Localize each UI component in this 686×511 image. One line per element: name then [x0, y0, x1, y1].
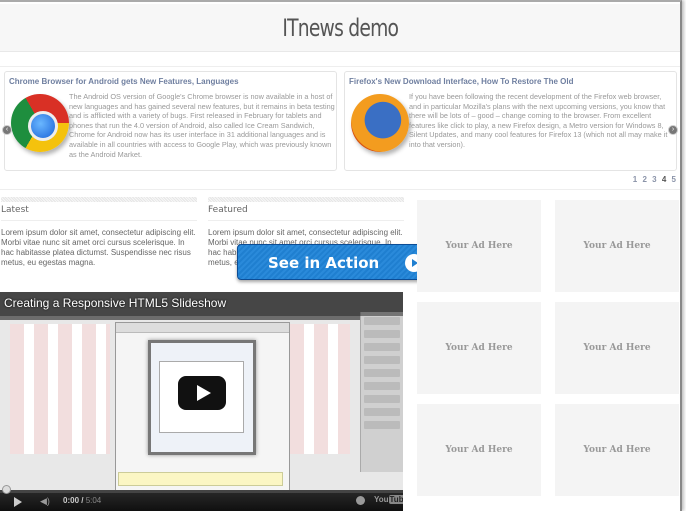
youtube-video-player[interactable]: Creating a Responsive HTML5 Slideshow ◀)… [0, 292, 403, 511]
video-title[interactable]: Creating a Responsive HTML5 Slideshow [4, 296, 226, 310]
see-in-action-button[interactable]: See in Action [237, 244, 437, 280]
firefox-logo-icon [351, 94, 409, 152]
video-title-bar: Creating a Responsive HTML5 Slideshow [0, 292, 403, 316]
volume-icon[interactable]: ◀) [40, 496, 50, 507]
latest-section: Latest Lorem ipsum dolor sit amet, conse… [1, 197, 197, 268]
video-progress-bar[interactable] [0, 485, 403, 494]
ad-slot[interactable]: Your Ad Here [417, 404, 541, 496]
page-link-2[interactable]: 2 [642, 175, 646, 184]
page-link-1[interactable]: 1 [633, 175, 637, 184]
latest-heading: Latest [1, 202, 197, 221]
time-current: 0:00 [63, 496, 80, 505]
watch-later-icon[interactable] [356, 496, 365, 505]
scrub-handle[interactable] [2, 485, 11, 494]
youtube-logo[interactable]: YouTube [374, 495, 403, 504]
ad-slot[interactable]: Your Ad Here [417, 302, 541, 394]
chrome-logo-icon [11, 94, 69, 152]
page-link-3[interactable]: 3 [652, 175, 656, 184]
page-link-4[interactable]: 4 [662, 175, 666, 184]
video-time: 0:00 / 5:04 [63, 496, 102, 505]
slider-prev-icon[interactable]: ‹ [2, 125, 12, 135]
ad-slot[interactable]: Your Ad Here [555, 302, 679, 394]
video-controls: ◀) 0:00 / 5:04 YouTube [0, 485, 403, 511]
news-slider: Chrome Browser for Android gets New Feat… [0, 66, 680, 190]
slider-pagination: 1 2 3 4 5 [631, 175, 676, 184]
play-icon[interactable] [178, 376, 226, 410]
featured-heading: Featured [208, 202, 404, 221]
slider-next-icon[interactable]: › [668, 125, 678, 135]
slide-card[interactable]: Chrome Browser for Android gets New Feat… [4, 71, 337, 171]
slide-card[interactable]: Firefox's New Download Interface, How To… [344, 71, 677, 171]
slide-title[interactable]: Firefox's New Download Interface, How To… [349, 77, 573, 86]
time-duration: 5:04 [85, 496, 102, 505]
page-link-5[interactable]: 5 [672, 175, 676, 184]
site-header: ITnews demo [0, 4, 680, 52]
site-title[interactable]: ITnews demo [282, 4, 399, 52]
ad-slot[interactable]: Your Ad Here [417, 200, 541, 292]
slide-text: The Android OS version of Google's Chrom… [69, 92, 335, 159]
ad-slot[interactable]: Your Ad Here [555, 404, 679, 496]
cta-label: See in Action [268, 254, 380, 272]
control-play-icon[interactable] [14, 497, 22, 507]
latest-text: Lorem ipsum dolor sit amet, consectetur … [1, 228, 196, 267]
ad-slot[interactable]: Your Ad Here [555, 200, 679, 292]
slide-text: If you have been following the recent de… [409, 92, 668, 149]
page-frame: ITnews demo Chrome Browser for Android g… [0, 0, 682, 511]
slide-title[interactable]: Chrome Browser for Android gets New Feat… [9, 77, 239, 86]
